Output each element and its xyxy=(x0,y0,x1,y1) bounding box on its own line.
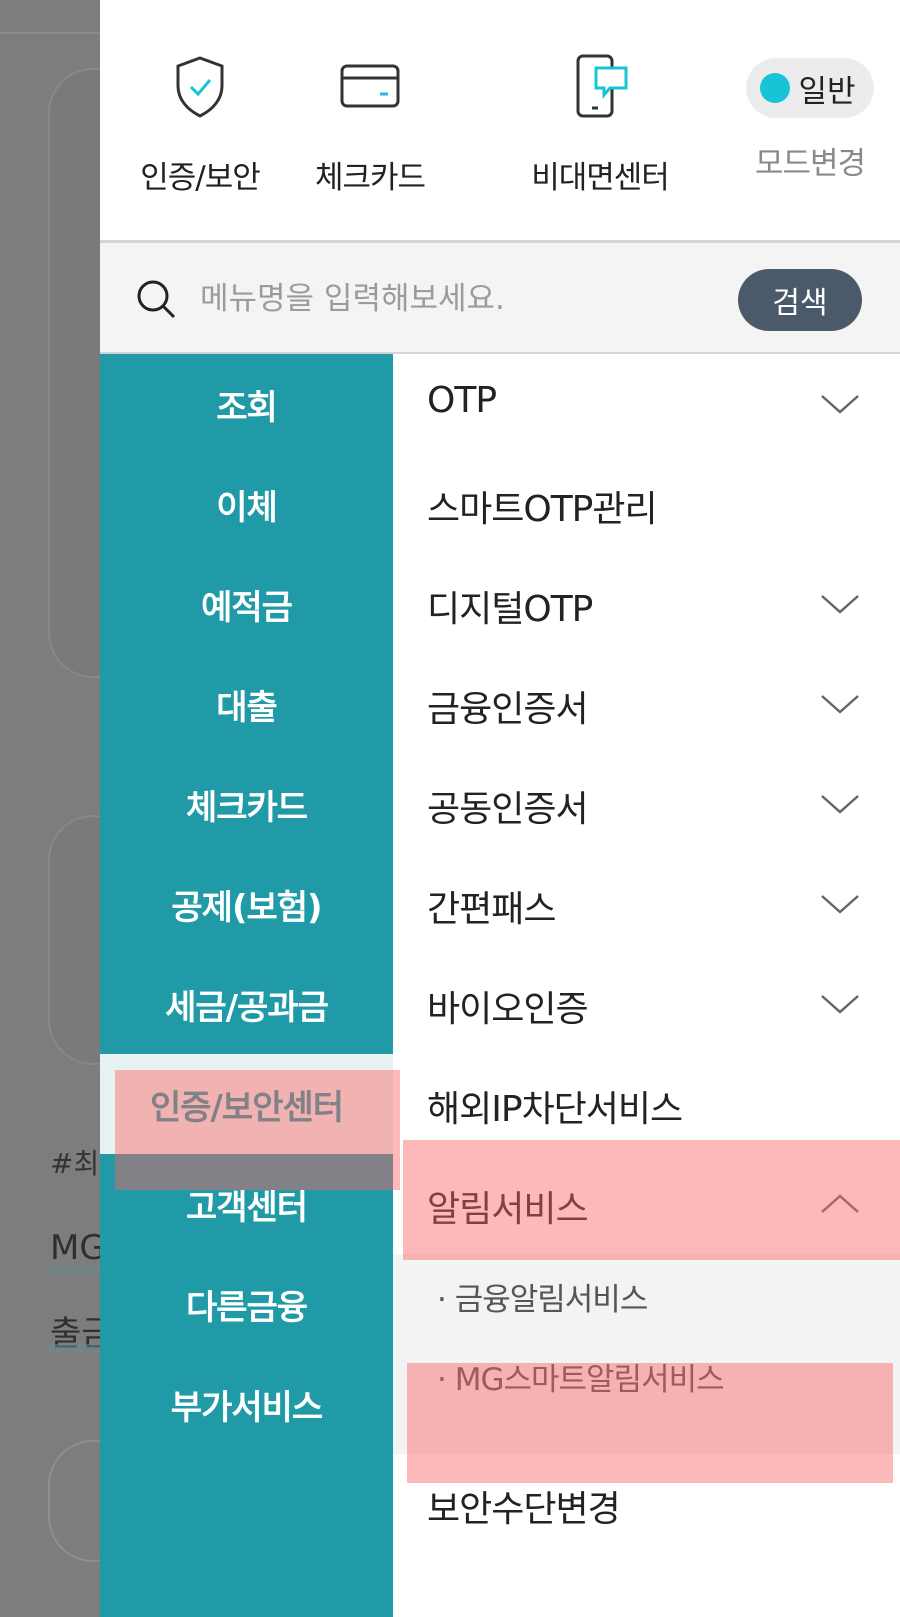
background-underline xyxy=(48,1344,100,1352)
mode-toggle-pill[interactable]: 일반 xyxy=(746,58,874,118)
submenu-item-notification[interactable]: 알림서비스 xyxy=(393,1154,900,1254)
background-card xyxy=(48,68,100,678)
category-insurance[interactable]: 공제(보험) xyxy=(100,854,393,954)
submenu-item-otp[interactable]: OTP xyxy=(393,354,900,454)
submenu-label: 금융인증서 xyxy=(427,689,589,730)
submenu-label: 알림서비스 xyxy=(427,1189,589,1230)
submenu-item-joint-cert[interactable]: 공동인증서 xyxy=(393,754,900,854)
menu-search-bar: 검색 xyxy=(100,240,900,354)
subsubmenu-mg-smart-notification[interactable]: · MG스마트알림서비스 xyxy=(437,1354,725,1399)
submenu-item-smart-otp[interactable]: 스마트OTP관리 xyxy=(393,454,900,554)
background-divider xyxy=(0,32,100,34)
background-page: #최 MG 출금 xyxy=(0,0,100,1617)
quick-menu: 인증/보안 체크카드 비대면센터 일반 모드변경 xyxy=(100,0,900,240)
submenu-label: 공동인증서 xyxy=(427,789,589,830)
submenu-label: OTP xyxy=(427,380,497,421)
submenu-item-foreign-ip-block[interactable]: 해외IP차단서비스 xyxy=(393,1054,900,1154)
chevron-down-icon xyxy=(821,995,859,1014)
submenu-item-financial-cert[interactable]: 금융인증서 xyxy=(393,654,900,754)
chevron-down-icon xyxy=(821,695,859,714)
category-loan[interactable]: 대출 xyxy=(100,654,393,754)
submenu-label: 디지털OTP xyxy=(427,589,593,630)
background-underline xyxy=(48,1266,100,1274)
card-icon xyxy=(340,64,400,108)
category-auth-security-center[interactable]: 인증/보안센터 xyxy=(100,1054,393,1154)
search-input[interactable] xyxy=(200,271,700,327)
category-extra-services[interactable]: 부가서비스 xyxy=(100,1354,393,1454)
submenu-item-security-method-change[interactable]: 보안수단변경 xyxy=(393,1454,900,1554)
quick-check-card[interactable]: 체크카드 xyxy=(270,50,470,197)
category-deposit[interactable]: 예적금 xyxy=(100,554,393,654)
submenu-label: 스마트OTP관리 xyxy=(427,489,658,530)
submenu-label: 해외IP차단서비스 xyxy=(427,1089,683,1130)
phone-chat-icon xyxy=(576,54,628,118)
background-button xyxy=(48,1440,100,1562)
background-card xyxy=(48,815,100,1065)
category-transfer[interactable]: 이체 xyxy=(100,454,393,554)
chevron-down-icon xyxy=(821,595,859,614)
menu-drawer: 인증/보안 체크카드 비대면센터 일반 모드변경 메뉴명을 입력해보세요. 검색… xyxy=(100,0,900,1617)
category-other-finance[interactable]: 다른금융 xyxy=(100,1254,393,1354)
subsubmenu-financial-notification[interactable]: · 금융알림서비스 xyxy=(437,1274,648,1319)
chevron-down-icon xyxy=(821,895,859,914)
notification-subsubmenu: · 금융알림서비스 · MG스마트알림서비스 xyxy=(393,1254,900,1454)
submenu-label: 보안수단변경 xyxy=(427,1489,621,1530)
background-text: MG xyxy=(50,1228,100,1268)
chevron-up-icon xyxy=(821,1194,859,1213)
quick-label: 체크카드 xyxy=(314,160,426,196)
mode-switch[interactable]: 일반 모드변경 xyxy=(720,58,900,183)
category-inquiry[interactable]: 조회 xyxy=(100,354,393,454)
mode-current: 일반 xyxy=(798,73,856,110)
chevron-down-icon xyxy=(821,395,859,414)
submenu-item-digital-otp[interactable]: 디지털OTP xyxy=(393,554,900,654)
search-button[interactable]: 검색 xyxy=(738,269,862,331)
search-icon xyxy=(137,280,176,319)
submenu-label: 간편패스 xyxy=(427,889,556,930)
submenu-item-simple-pass[interactable]: 간편패스 xyxy=(393,854,900,954)
submenu-list: OTP 스마트OTP관리 디지털OTP 금융인증서 공동인증서 간편패스 바이오… xyxy=(393,354,900,1617)
category-tax[interactable]: 세금/공과금 xyxy=(100,954,393,1054)
category-check-card[interactable]: 체크카드 xyxy=(100,754,393,854)
chevron-down-icon xyxy=(821,795,859,814)
mode-change-label: 모드변경 xyxy=(754,146,866,182)
submenu-label: 바이오인증 xyxy=(427,989,589,1030)
category-list: 조회 이체 예적금 대출 체크카드 공제(보험) 세금/공과금 인증/보안센터 … xyxy=(100,354,393,1617)
category-customer-center[interactable]: 고객센터 xyxy=(100,1154,393,1254)
quick-untact-center[interactable]: 비대면센터 xyxy=(500,50,700,197)
background-hashtag-text: #최 xyxy=(50,1147,100,1180)
quick-label: 비대면센터 xyxy=(531,160,670,196)
submenu-item-bio-auth[interactable]: 바이오인증 xyxy=(393,954,900,1054)
shield-check-icon xyxy=(176,56,224,118)
mode-dot-icon xyxy=(760,73,791,103)
